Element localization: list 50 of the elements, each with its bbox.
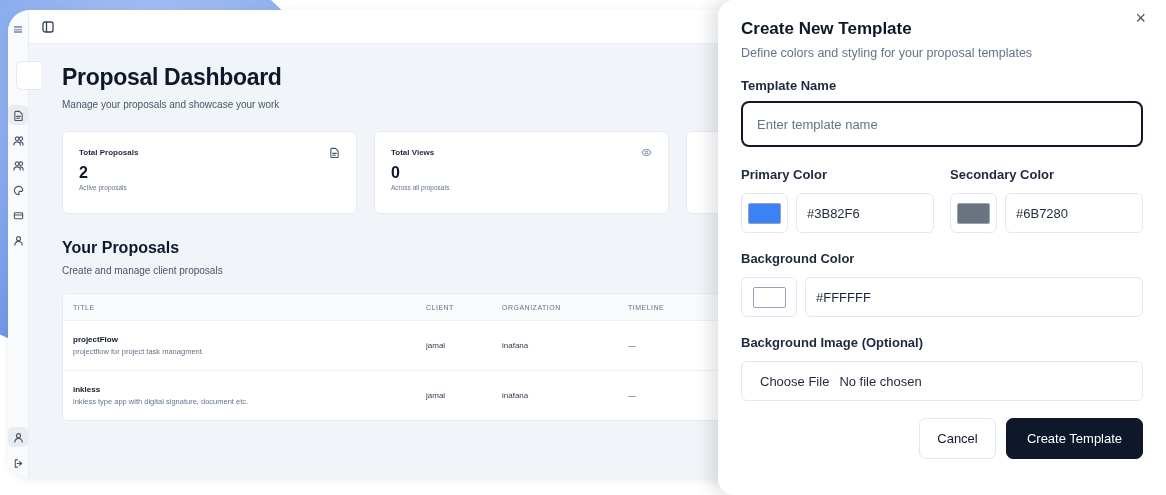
logout-icon bbox=[12, 457, 24, 469]
close-button[interactable]: × bbox=[1133, 8, 1148, 29]
page-title: Proposal Dashboard bbox=[62, 64, 282, 91]
user-icon bbox=[12, 234, 24, 246]
sidebar-item[interactable] bbox=[8, 105, 28, 125]
section-title: Your Proposals bbox=[62, 239, 180, 257]
color-picker[interactable] bbox=[950, 193, 997, 233]
table-cell: — bbox=[628, 341, 636, 350]
cancel-button[interactable]: Cancel bbox=[919, 418, 996, 459]
sidebar-item[interactable] bbox=[8, 427, 28, 447]
proposal-title: projectFlow bbox=[73, 335, 119, 344]
stat-label: Total Views bbox=[391, 148, 435, 157]
field-label: Background Color bbox=[741, 251, 856, 266]
section-subtitle: Create and manage client proposals bbox=[62, 265, 224, 276]
table-cell: jamal bbox=[426, 391, 446, 400]
field-label: Secondary Color bbox=[950, 167, 1056, 182]
create-template-button[interactable]: Create Template bbox=[1006, 418, 1143, 459]
color-hex-field[interactable]: #3B82F6 bbox=[796, 193, 934, 233]
stat-label: Total Proposals bbox=[79, 148, 139, 157]
search-field[interactable] bbox=[16, 61, 41, 90]
document-icon bbox=[329, 147, 340, 158]
file-input[interactable]: Choose File No file chosen bbox=[741, 361, 1143, 401]
users-icon bbox=[12, 134, 24, 146]
stat-value: 2 bbox=[79, 164, 89, 182]
modal-subtitle: Define colors and styling for your proposal templates bbox=[741, 46, 1034, 60]
color-hex-field[interactable]: #6B7280 bbox=[1005, 193, 1143, 233]
palette-icon bbox=[12, 184, 24, 196]
field-label: Primary Color bbox=[741, 167, 828, 182]
user-icon bbox=[12, 431, 24, 443]
field-label: Template Name bbox=[741, 78, 838, 93]
document-icon bbox=[12, 109, 24, 121]
modal-title: Create New Template bbox=[741, 19, 913, 39]
eye-icon bbox=[641, 147, 652, 158]
file-status: No file chosen bbox=[839, 373, 922, 389]
credit-card-icon bbox=[12, 209, 24, 221]
table-cell: — bbox=[628, 391, 636, 400]
table-cell: jamal bbox=[426, 341, 446, 350]
template-name-field[interactable]: Enter template name bbox=[741, 101, 1143, 147]
page-subtitle: Manage your proposals and showcase your work bbox=[62, 99, 281, 110]
choose-file-button[interactable]: Choose File bbox=[760, 373, 830, 389]
table-cell: inafana bbox=[502, 391, 529, 400]
sidebar-toggle-icon[interactable] bbox=[42, 20, 54, 33]
color-picker[interactable] bbox=[741, 193, 788, 233]
stat-value: 0 bbox=[391, 164, 401, 182]
color-hex-field[interactable]: #FFFFFF bbox=[805, 277, 1143, 317]
proposal-title: inkless bbox=[73, 385, 102, 394]
table-cell: inafana bbox=[502, 341, 529, 350]
users-icon bbox=[12, 159, 24, 171]
field-label: Background Image (Optional) bbox=[741, 335, 924, 350]
color-picker[interactable] bbox=[741, 277, 797, 317]
